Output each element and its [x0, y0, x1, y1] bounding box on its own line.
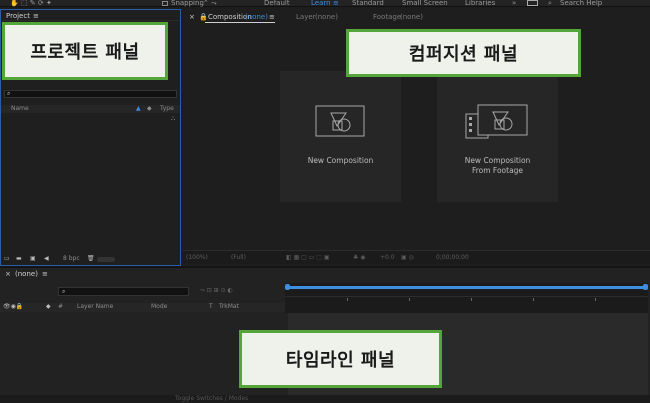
- av-switches-icon[interactable]: 👁◉🔒: [3, 304, 23, 310]
- new-composition-label: New Composition: [307, 156, 374, 165]
- composition-tab-value: (none): [245, 13, 268, 21]
- search-icon: ⌕: [7, 90, 11, 97]
- project-search-input[interactable]: ⌕: [4, 90, 177, 98]
- workspace-menu-icon[interactable]: ≡: [333, 0, 339, 7]
- interpret-footage-icon[interactable]: ▭: [4, 256, 10, 262]
- lock-icon[interactable]: 🔒: [199, 12, 208, 22]
- camera-icon[interactable]: ▣ ◎: [401, 255, 414, 261]
- new-composition-card[interactable]: New Composition: [280, 71, 401, 202]
- timeline-switches-icons[interactable]: ⤳ ⊡ ⊞ ⊙ ◐: [200, 288, 233, 294]
- tab-divider: [1, 20, 180, 21]
- timeline-tab[interactable]: (none): [15, 269, 38, 279]
- active-tab-underline: [205, 22, 275, 23]
- exposure-value[interactable]: +0.0: [380, 255, 395, 261]
- footage-tab[interactable]: Footage: [373, 12, 401, 22]
- composition-from-footage-icon: [465, 104, 528, 139]
- new-folder-icon[interactable]: ▬: [16, 256, 22, 262]
- flowchart-icon[interactable]: ⛬: [171, 116, 175, 122]
- search-help-input[interactable]: Search Help: [560, 0, 602, 7]
- time-ruler[interactable]: [285, 283, 648, 313]
- snapshot-icon[interactable]: ◧ ▦ ▢ ▭ ⬚ ▣: [286, 255, 330, 261]
- workspace-libraries[interactable]: Libraries: [465, 0, 495, 7]
- label-tag-icon[interactable]: ◆: [46, 304, 51, 310]
- timeline-footer: Toggle Switches / Modes: [0, 395, 650, 403]
- bpc-label[interactable]: 8 bpc: [63, 256, 80, 262]
- chevron-right-icon[interactable]: »: [512, 0, 516, 7]
- ruler-tick: [595, 298, 596, 301]
- panel-divider: [0, 266, 650, 268]
- label-tag-icon[interactable]: ◆: [147, 106, 152, 112]
- composition-footer: (100%) (Full) ◧ ▦ ▢ ▭ ⬚ ▣ ♣ ◉ +0.0 ▣ ◎ 0…: [183, 250, 650, 264]
- ruler-tick: [347, 298, 348, 301]
- ruler-tick: [533, 298, 534, 301]
- workspace-small-screen[interactable]: Small Screen: [402, 0, 448, 7]
- work-area-end-handle[interactable]: [643, 284, 648, 290]
- snapping-checkbox[interactable]: [162, 1, 168, 6]
- t-column-header[interactable]: T: [209, 304, 213, 310]
- snap-options-icon[interactable]: ⌃ ⤳: [203, 0, 217, 7]
- ruler-tick: [409, 298, 410, 301]
- timeline-column-header: 👁◉🔒 ◆ # Layer Name Mode T TrkMat: [0, 303, 285, 312]
- trash-icon[interactable]: 🗑: [87, 256, 95, 262]
- resolution-select[interactable]: (Full): [231, 255, 246, 261]
- workspace-default[interactable]: Default: [264, 0, 290, 7]
- new-composition-from-footage-label-2: From Footage: [471, 166, 524, 175]
- hash-column[interactable]: #: [58, 304, 63, 310]
- tool-icons[interactable]: ✋ ⬚ ✎ ⟳ ✦: [10, 0, 52, 7]
- new-composition-icon[interactable]: ▣: [30, 256, 36, 262]
- ruler-baseline: [285, 296, 648, 297]
- panel-menu-icon[interactable]: ≡: [42, 269, 48, 279]
- layer-name-column-header[interactable]: Layer Name: [77, 304, 113, 310]
- snapping-label: Snapping: [171, 0, 204, 7]
- new-composition-from-footage-label-1: New Composition: [464, 156, 531, 165]
- workspace-standard[interactable]: Standard: [352, 0, 384, 7]
- mode-column-header[interactable]: Mode: [151, 304, 167, 310]
- layer-tab-value: (none): [315, 13, 338, 21]
- ruler-tick: [471, 298, 472, 301]
- search-icon[interactable]: ⌕: [548, 0, 552, 7]
- timecode-display[interactable]: 0;00;00;00: [436, 255, 469, 261]
- close-icon[interactable]: ×: [189, 12, 195, 22]
- work-area-bar[interactable]: [287, 286, 645, 289]
- name-column-header[interactable]: Name: [11, 106, 29, 112]
- panel-menu-icon[interactable]: ≡: [269, 12, 275, 22]
- new-composition-icon: [315, 105, 365, 137]
- project-panel-annotation: 프로젝트 패널: [2, 22, 168, 80]
- project-footer: ▭ ▬ ▣ ◀ 8 bpc 🗑: [1, 253, 180, 265]
- zoom-select[interactable]: (100%): [186, 255, 208, 261]
- close-icon[interactable]: ×: [5, 269, 11, 279]
- type-column-header[interactable]: Type: [160, 106, 174, 112]
- workspace-layout-icon[interactable]: [527, 0, 538, 6]
- project-column-header: Name ▲ ◆ Type: [1, 105, 180, 113]
- scroll-bar[interactable]: [97, 257, 115, 262]
- search-icon: ⌕: [62, 288, 66, 295]
- layer-tab[interactable]: Layer: [296, 12, 316, 22]
- trkmat-column-header[interactable]: TrkMat: [219, 304, 239, 310]
- workspace-learn[interactable]: Learn: [311, 0, 331, 7]
- sort-arrow-icon[interactable]: ▲: [136, 106, 141, 112]
- footage-tab-value: (none): [400, 13, 423, 21]
- timeline-panel-annotation: 타임라인 패널: [239, 330, 442, 388]
- composition-panel-annotation: 컴퍼지션 패널: [346, 29, 581, 77]
- timeline-search-input[interactable]: ⌕: [58, 287, 189, 296]
- adjust-settings-icon[interactable]: ◀: [44, 256, 49, 262]
- work-area-start-handle[interactable]: [285, 284, 290, 290]
- top-toolbar: ✋ ⬚ ✎ ⟳ ✦ Snapping ⌃ ⤳ Default Learn ≡ S…: [0, 0, 650, 7]
- toggle-switches-modes-button[interactable]: Toggle Switches / Modes: [175, 396, 248, 402]
- new-composition-from-footage-card[interactable]: New Composition From Footage: [437, 71, 558, 202]
- channel-icon[interactable]: ♣ ◉: [353, 255, 366, 261]
